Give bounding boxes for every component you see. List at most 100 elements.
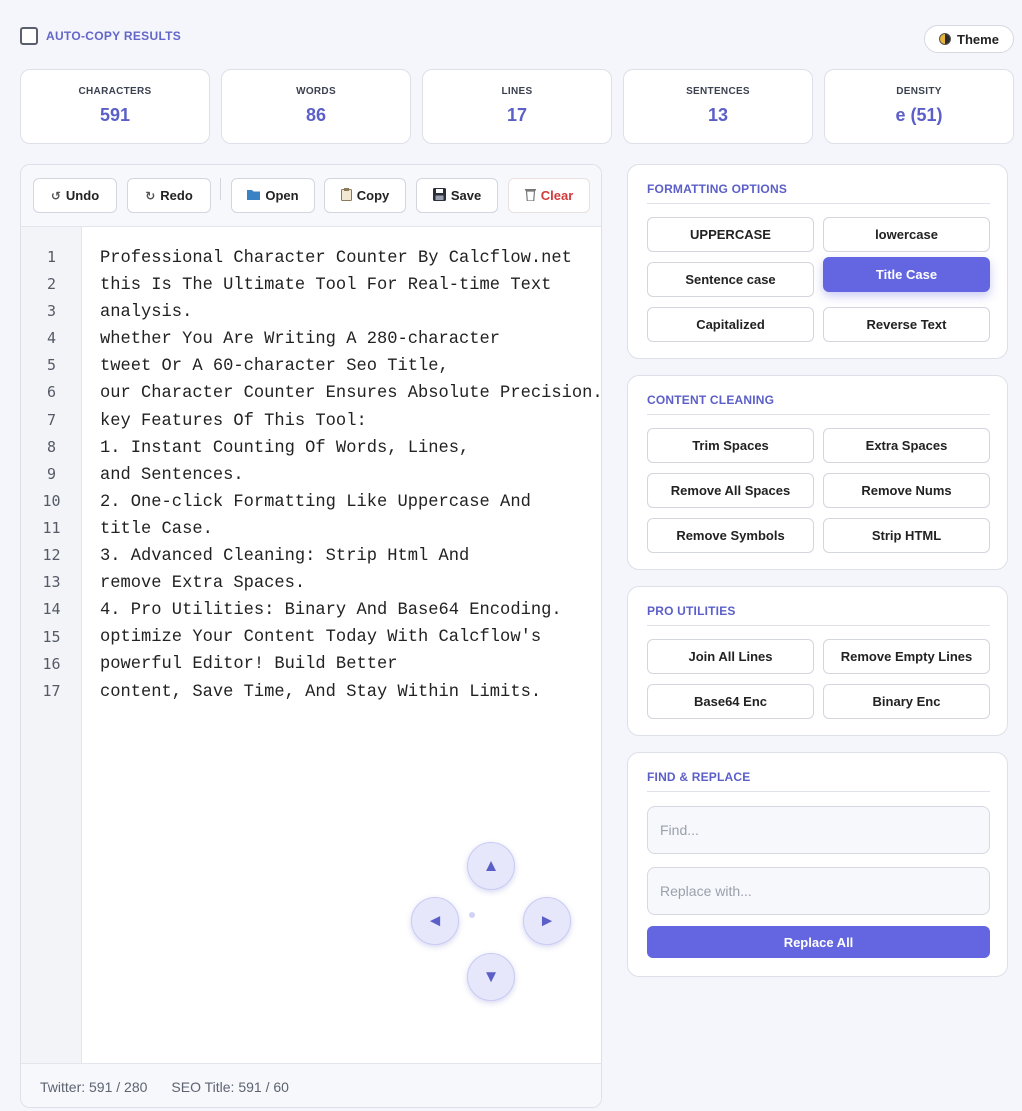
cleaning-title: CONTENT CLEANING: [647, 393, 990, 415]
line-number: 15: [42, 628, 61, 646]
code-line: optimize Your Content Today With Calcflo…: [100, 628, 542, 648]
stat-value: e (51): [895, 105, 943, 125]
open-label: Open: [265, 188, 299, 203]
stat-value: 591: [99, 105, 131, 125]
line-number: 12: [42, 546, 61, 564]
join-all-lines-button[interactable]: Join All Lines: [647, 639, 814, 674]
undo-icon: ↺: [50, 188, 61, 203]
dpad-left-button[interactable]: ◄: [411, 897, 459, 945]
code-line: key Features Of This Tool:: [100, 411, 367, 431]
formatting-title: FORMATTING OPTIONS: [647, 182, 990, 204]
stat-label: SENTENCES: [686, 86, 750, 97]
arrow-left-icon: ◄: [426, 911, 444, 930]
trash-icon: [524, 188, 536, 204]
twitter-limit: Twitter: 591 / 280: [40, 1078, 148, 1095]
find-replace-title: FIND & REPLACE: [647, 770, 990, 792]
code-line: analysis.: [100, 303, 193, 323]
line-number: 3: [46, 302, 57, 320]
code-line: 1. Instant Counting Of Words, Lines,: [100, 438, 470, 458]
stat-label: LINES: [501, 86, 533, 97]
code-line: title Case.: [100, 519, 213, 539]
dpad-right-button[interactable]: ►: [523, 897, 571, 945]
clipboard-icon: [340, 187, 352, 204]
folder-icon: [247, 189, 261, 203]
line-number: 7: [46, 411, 57, 429]
open-button[interactable]: Open: [231, 178, 315, 213]
stat-label: CHARACTERS: [78, 86, 152, 97]
remove-symbols-button[interactable]: Remove Symbols: [647, 518, 814, 553]
code-line: powerful Editor! Build Better: [100, 655, 398, 675]
code-line: 3. Advanced Cleaning: Strip Html And: [100, 547, 470, 567]
copy-button[interactable]: Copy: [324, 178, 406, 213]
find-input[interactable]: [647, 806, 990, 854]
theme-label: Theme: [957, 31, 999, 47]
line-number: 16: [42, 655, 61, 673]
auto-copy-label: AUTO-COPY RESULTS: [46, 29, 182, 43]
replace-input[interactable]: [647, 867, 990, 915]
line-number: 6: [46, 383, 57, 401]
editor-panel: ↺ Undo ↻ Redo Open Copy Save Clear 1 2 3…: [20, 164, 602, 1108]
auto-copy-checkbox[interactable]: [20, 27, 38, 45]
base64-encode-button[interactable]: Base64 Enc: [647, 684, 814, 719]
copy-label: Copy: [356, 188, 390, 203]
editor-toolbar: ↺ Undo ↻ Redo Open Copy Save Clear: [21, 165, 601, 227]
theme-button[interactable]: Theme: [924, 25, 1014, 53]
redo-label: Redo: [160, 188, 193, 203]
editor-textarea[interactable]: Professional Character Counter By Calcfl…: [100, 245, 601, 706]
code-line: remove Extra Spaces.: [100, 574, 306, 594]
line-number: 9: [46, 465, 57, 483]
lowercase-button[interactable]: lowercase: [823, 217, 990, 252]
line-number: 5: [46, 356, 57, 374]
half-moon-icon: [939, 33, 952, 45]
code-line: content, Save Time, And Stay Within Limi…: [100, 682, 542, 702]
stat-label: WORDS: [296, 86, 336, 97]
code-line: and Sentences.: [100, 465, 244, 485]
binary-encode-button[interactable]: Binary Enc: [823, 684, 990, 719]
capitalized-button[interactable]: Capitalized: [647, 307, 814, 342]
strip-html-button[interactable]: Strip HTML: [823, 518, 990, 553]
code-line: this Is The Ultimate Tool For Real-time …: [100, 276, 552, 296]
line-number-gutter: 1 2 3 4 5 6 7 8 9 10 11 12 13 14 15 16 1…: [21, 227, 82, 1063]
line-number: 2: [46, 275, 57, 293]
find-replace-panel: FIND & REPLACE Replace All: [627, 752, 1008, 977]
code-line: whether You Are Writing A 280-character: [100, 330, 501, 350]
stat-value: 86: [305, 105, 327, 125]
stat-card-words: WORDS 86: [221, 69, 411, 144]
remove-all-spaces-button[interactable]: Remove All Spaces: [647, 473, 814, 508]
replace-all-button[interactable]: Replace All: [647, 926, 990, 958]
stat-card-sentences: SENTENCES 13: [623, 69, 813, 144]
auto-copy-toggle[interactable]: AUTO-COPY RESULTS: [20, 27, 181, 45]
title-case-button[interactable]: Title Case: [823, 257, 990, 292]
sentence-case-button[interactable]: Sentence case: [647, 262, 814, 297]
clear-label: Clear: [540, 188, 574, 203]
redo-icon: ↻: [145, 188, 156, 203]
code-line: tweet Or A 60-character Seo Title,: [100, 357, 449, 377]
trim-spaces-button[interactable]: Trim Spaces: [647, 428, 814, 463]
dpad-down-button[interactable]: ▼: [467, 953, 515, 1001]
undo-button[interactable]: ↺ Undo: [33, 178, 117, 213]
dpad-center: [469, 912, 475, 918]
seo-title-limit: SEO Title: 591 / 60: [171, 1078, 289, 1095]
line-number: 17: [42, 682, 61, 700]
reverse-text-button[interactable]: Reverse Text: [823, 307, 990, 342]
redo-button[interactable]: ↻ Redo: [127, 178, 211, 213]
line-number: 1: [46, 248, 57, 266]
clear-button[interactable]: Clear: [508, 178, 590, 213]
stat-value: 13: [707, 105, 729, 125]
code-line: 2. One-click Formatting Like Uppercase A…: [100, 492, 531, 512]
extra-spaces-button[interactable]: Extra Spaces: [823, 428, 990, 463]
line-number: 10: [42, 492, 61, 510]
floppy-disk-icon: [432, 187, 446, 204]
uppercase-button[interactable]: UPPERCASE: [647, 217, 814, 252]
line-number: 14: [42, 600, 61, 618]
cleaning-panel: CONTENT CLEANING Trim Spaces Extra Space…: [627, 375, 1008, 570]
remove-nums-button[interactable]: Remove Nums: [823, 473, 990, 508]
stat-card-characters: CHARACTERS 591: [20, 69, 210, 144]
save-label: Save: [450, 188, 482, 203]
stat-card-density: DENSITY e (51): [824, 69, 1014, 144]
arrow-right-icon: ►: [538, 911, 556, 930]
dpad-up-button[interactable]: ▲: [467, 842, 515, 890]
remove-empty-lines-button[interactable]: Remove Empty Lines: [823, 639, 990, 674]
save-button[interactable]: Save: [416, 178, 498, 213]
stat-card-lines: LINES 17: [422, 69, 612, 144]
